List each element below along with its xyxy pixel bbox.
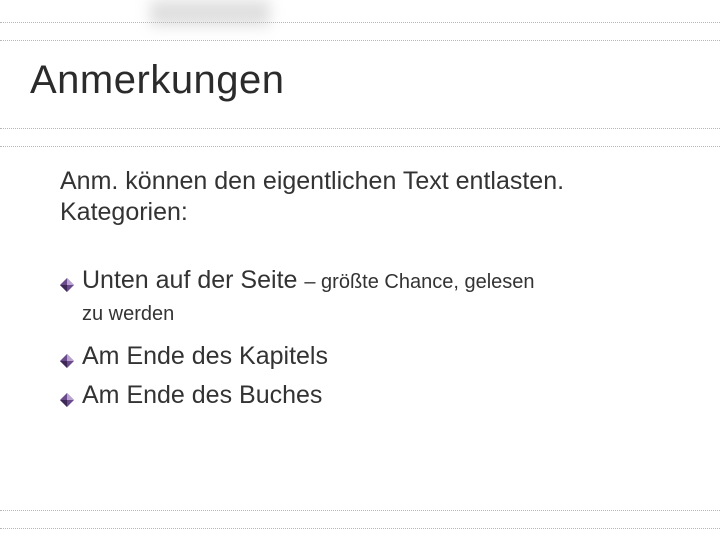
slide-title: Anmerkungen: [30, 58, 285, 103]
item-sub: – größte Chance, gelesen: [304, 271, 534, 293]
diamond-bullet-icon: [60, 354, 74, 368]
list-item-text: Am Ende des Kapitels: [82, 341, 680, 372]
list-item-text: Unten auf der Seite – größte Chance, gel…: [82, 265, 680, 296]
intro-text: Anm. können den eigentlichen Text entlas…: [60, 166, 680, 229]
item-main: Am Ende des Buches: [82, 381, 322, 409]
slide: Anmerkungen Anm. können den eigentlichen…: [0, 0, 720, 540]
rule: [0, 510, 720, 511]
rule: [0, 146, 720, 147]
rule: [0, 528, 720, 529]
list-item-text: Am Ende des Buches: [82, 380, 680, 411]
list-item: Am Ende des Kapitels: [60, 341, 680, 372]
rule: [0, 40, 720, 41]
item-main: Unten auf der Seite: [82, 266, 304, 294]
item-continuation: zu werden: [82, 302, 680, 327]
list-item: Unten auf der Seite – größte Chance, gel…: [60, 265, 680, 296]
item-main: Am Ende des Kapitels: [82, 342, 328, 370]
slide-body: Anm. können den eigentlichen Text entlas…: [60, 166, 680, 419]
diamond-bullet-icon: [60, 278, 74, 292]
list-item: Am Ende des Buches: [60, 380, 680, 411]
rule: [0, 128, 720, 129]
rule: [0, 22, 720, 23]
diamond-bullet-icon: [60, 393, 74, 407]
